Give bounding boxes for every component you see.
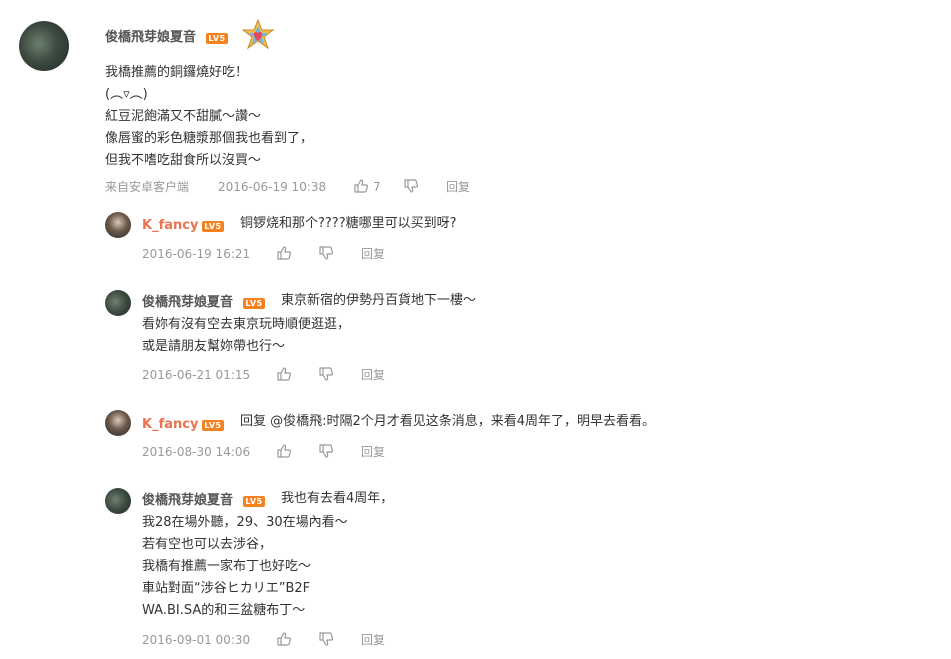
reply-button[interactable]: 回复	[361, 632, 385, 648]
comment-line: 紅豆泥飽滿又不甜膩～讚～	[105, 109, 262, 124]
level-badge: LV5	[202, 221, 224, 232]
reply-line: 看妳有沒有空去東京玩時順便逛逛，	[142, 317, 351, 332]
thumbs-up-icon[interactable]	[276, 245, 292, 261]
thumbs-down-icon[interactable]	[318, 366, 334, 382]
thumbs-down-icon[interactable]	[318, 245, 334, 261]
level-badge: LV5	[243, 298, 265, 309]
username[interactable]: 俊橋飛芽娘夏音	[142, 295, 233, 311]
reply-line: 我也有去看4周年，	[281, 491, 394, 506]
reply-line: 車站對面“涉谷ヒカリエ”B2F	[142, 581, 311, 596]
thumbs-up-icon[interactable]	[276, 443, 292, 459]
level-badge: LV5	[243, 496, 265, 507]
reply-line: 或是請朋友幫妳帶也行～	[142, 339, 286, 354]
avatar[interactable]	[105, 410, 131, 436]
reply-line: 東京新宿的伊勢丹百貨地下一樓～	[281, 293, 477, 308]
timestamp: 2016-06-19 10:38	[218, 180, 327, 194]
reply-line: WA.BI.SA的和三盆糖布丁～	[142, 603, 306, 618]
reply-button[interactable]: 回复	[446, 179, 470, 195]
comment-line: 像唇蜜的彩色糖漿那個我也看到了，	[105, 131, 314, 146]
thumbs-up-icon[interactable]	[353, 178, 369, 194]
username[interactable]: 俊橋飛芽娘夏音	[142, 493, 233, 509]
reply-line: 若有空也可以去涉谷，	[142, 537, 273, 552]
reply-line: 我橋有推薦一家布丁也好吃～	[142, 559, 312, 574]
avatar[interactable]	[105, 212, 131, 238]
thumbs-down-icon[interactable]	[318, 443, 334, 459]
comment-line: 我橋推薦的銅鑼燒好吃！	[105, 65, 249, 80]
username[interactable]: K_fancy	[142, 417, 198, 433]
reply-line: 回复 @俊橋飛:时隔2个月才看见这条消息，来看4周年了，明早去看看。	[240, 414, 656, 429]
timestamp: 2016-06-19 16:21	[142, 247, 251, 261]
thumbs-up-icon[interactable]	[276, 631, 292, 647]
timestamp: 2016-09-01 00:30	[142, 633, 251, 647]
like-count: 7	[373, 180, 381, 194]
username[interactable]: K_fancy	[142, 218, 198, 234]
timestamp: 2016-06-21 01:15	[142, 368, 251, 382]
thumbs-down-icon[interactable]	[318, 631, 334, 647]
timestamp: 2016-08-30 14:06	[142, 445, 251, 459]
avatar[interactable]	[105, 290, 131, 316]
reply-line: 我28在場外聽，29、30在場內看～	[142, 515, 348, 530]
comment-line: (︵▿︵)	[105, 87, 148, 102]
thumbs-up-icon[interactable]	[276, 366, 292, 382]
reply-button[interactable]: 回复	[361, 367, 385, 383]
reply-button[interactable]: 回复	[361, 246, 385, 262]
level-badge: LV5	[206, 33, 228, 44]
avatar[interactable]	[19, 21, 69, 71]
thumbs-down-icon[interactable]	[403, 178, 419, 194]
comment-line: 但我不嗜吃甜食所以沒買～	[105, 153, 262, 168]
reply-button[interactable]: 回复	[361, 444, 385, 460]
level-badge: LV5	[202, 420, 224, 431]
reply-line: 铜锣烧和那个????糖哪里可以买到呀?	[240, 216, 457, 231]
star-medal-icon	[241, 18, 275, 53]
source-label[interactable]: 来自安卓客户端	[105, 179, 189, 195]
avatar[interactable]	[105, 488, 131, 514]
username[interactable]: 俊橋飛芽娘夏音	[105, 30, 196, 46]
